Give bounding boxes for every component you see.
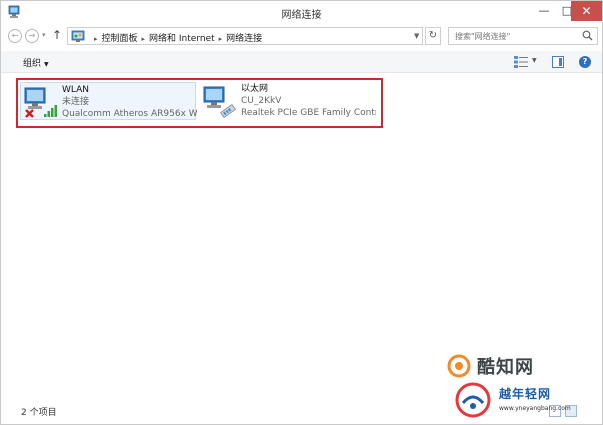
minimize-button[interactable]: — [531,1,557,21]
refresh-button[interactable]: ↻ [425,27,441,45]
organize-label: 组织 [23,59,42,69]
organize-button[interactable]: 组织 ▼ [23,56,49,69]
connection-name: WLAN [62,85,90,95]
watermark-brand: 酷知网 [477,357,534,378]
yueyang-logo-icon [455,382,491,418]
watermark-yueyang: 越年轻网 www.yneyangbang.com [453,381,603,423]
search-box[interactable] [448,27,598,45]
close-button[interactable]: ✕ [571,1,602,21]
connection-name: 以太网 [241,84,269,94]
explorer-window: 网络连接 — □ ✕ ← → ▾ ↑ ▸ 控制面板 ▸ 网络和 Internet ▸ 网络… [0,0,603,425]
preview-pane-button[interactable] [552,56,564,68]
title-bar: 网络连接 — □ ✕ [1,1,602,25]
forward-button[interactable]: → [25,29,39,43]
wifi-disconnected-icon [24,87,57,118]
up-arrow-icon[interactable]: ↑ [52,28,62,42]
change-view-icon[interactable] [514,56,528,68]
help-icon[interactable]: ? [579,56,591,68]
connection-adapter: Qualcomm Atheros AR956x Wi... [62,109,197,119]
breadcrumb-control-panel[interactable]: 控制面板 [102,34,138,44]
breadcrumb-network-internet[interactable]: 网络和 Internet [149,34,215,44]
connection-status: 未连接 [62,97,90,107]
connection-item-ethernet[interactable]: 以太网 CU_2KkV Realtek PCIe GBE Family Cont… [200,82,378,120]
search-icon[interactable] [582,30,593,41]
breadcrumb-network-connections[interactable]: 网络连接 [226,34,262,44]
watermark-brand-2: 越年轻网 [499,387,552,401]
view-options-chevron-icon[interactable]: ▼ [532,57,537,64]
chevron-down-icon: ▼ [44,61,49,68]
address-bar[interactable]: ▸ 控制面板 ▸ 网络和 Internet ▸ 网络连接 ▼ [67,27,423,45]
address-dropdown-icon[interactable]: ▼ [414,32,419,40]
watermark-kuzhi: 酷知网 [443,350,563,384]
connection-status: CU_2KkV [241,96,282,106]
navigation-bar: ← → ▾ ↑ ▸ 控制面板 ▸ 网络和 Internet ▸ 网络连接 ▼ ↻ [1,25,602,47]
command-bar: 组织 ▼ ▼ ? [1,51,602,73]
window-title: 网络连接 [281,10,322,21]
breadcrumb: ▸ 控制面板 ▸ 网络和 Internet ▸ 网络连接 [94,34,263,44]
connection-item-wlan[interactable]: WLAN 未连接 Qualcomm Atheros AR956x Wi... [20,82,197,120]
connections-list: WLAN 未连接 Qualcomm Atheros AR956x Wi... 以… [10,74,600,394]
search-input[interactable] [449,28,574,44]
watermark-url: www.yneyangbang.com [499,405,571,412]
ethernet-icon [203,86,237,118]
item-count: 2 个项目 [21,408,57,418]
control-panel-icon [71,30,85,42]
back-button[interactable]: ← [8,29,22,43]
connection-adapter: Realtek PCIe GBE Family Contr... [241,108,376,118]
recent-locations-chevron-icon[interactable]: ▾ [42,31,46,39]
kuzhi-logo-icon [447,354,471,378]
